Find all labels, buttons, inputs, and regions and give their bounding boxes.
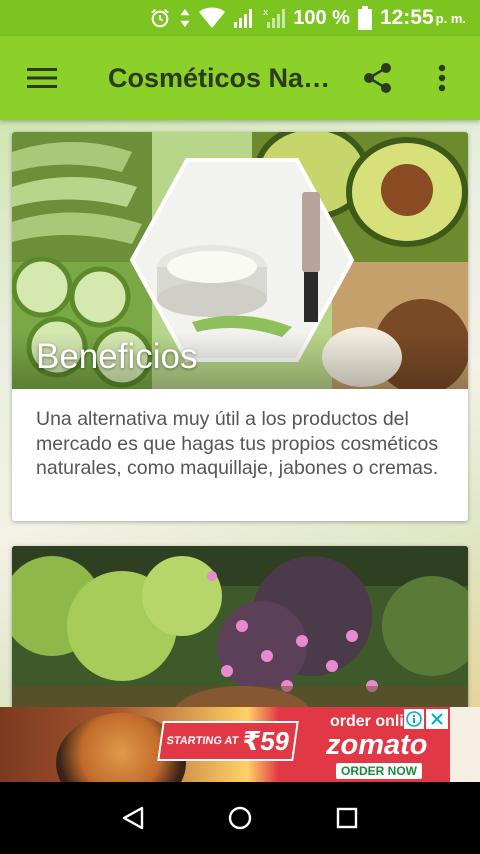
ad-price: ₹59: [240, 725, 292, 756]
app-bar: Cosméticos Na…: [0, 36, 480, 120]
ad-info-icon[interactable]: [404, 709, 424, 729]
hamburger-menu-icon[interactable]: [0, 36, 84, 120]
battery-percent: 100 %: [293, 6, 350, 29]
card-plants[interactable]: [12, 546, 468, 707]
battery-icon: [357, 6, 372, 30]
svg-text:x: x: [263, 8, 269, 18]
ad-order-now-button[interactable]: ORDER NOW: [336, 763, 422, 779]
ad-close-icon[interactable]: [426, 709, 448, 729]
share-icon[interactable]: [346, 36, 410, 120]
wifi-icon: [199, 7, 226, 29]
card-image-cosmetics: Beneficios: [12, 132, 468, 389]
app-title: Cosméticos Na…: [108, 62, 331, 93]
clock-ampm: p. m.: [435, 10, 466, 26]
signal-x-icon: x: [263, 7, 286, 29]
status-bar: x 100 % 12:55 p. m.: [0, 0, 480, 36]
signal-icon: [233, 7, 255, 29]
card-image-plants: [12, 546, 468, 707]
card-beneficios[interactable]: Beneficios Una alternativa muy útil a lo…: [12, 132, 468, 521]
ad-price-tag: STARTING AT ₹59: [157, 721, 299, 761]
recents-icon[interactable]: [317, 788, 377, 848]
card-title: Beneficios: [36, 337, 198, 376]
ad-brand: zomato: [326, 729, 428, 761]
more-vert-icon[interactable]: [410, 36, 474, 120]
system-nav-bar: [0, 782, 480, 854]
ad-price-prefix: STARTING AT: [165, 735, 240, 747]
back-icon[interactable]: [103, 788, 163, 848]
ad-banner[interactable]: STARTING AT ₹59 order online zomato ORDE…: [0, 707, 450, 782]
home-icon[interactable]: [210, 788, 270, 848]
content-list[interactable]: Beneficios Una alternativa muy útil a lo…: [0, 120, 480, 707]
ad-banner-strip: STARTING AT ₹59 order online zomato ORDE…: [0, 707, 480, 782]
clock-time: 12:55: [379, 6, 434, 29]
alarm-icon: [149, 7, 171, 29]
data-arrows-icon: [179, 7, 191, 29]
card-description: Una alternativa muy útil a los productos…: [36, 408, 439, 479]
